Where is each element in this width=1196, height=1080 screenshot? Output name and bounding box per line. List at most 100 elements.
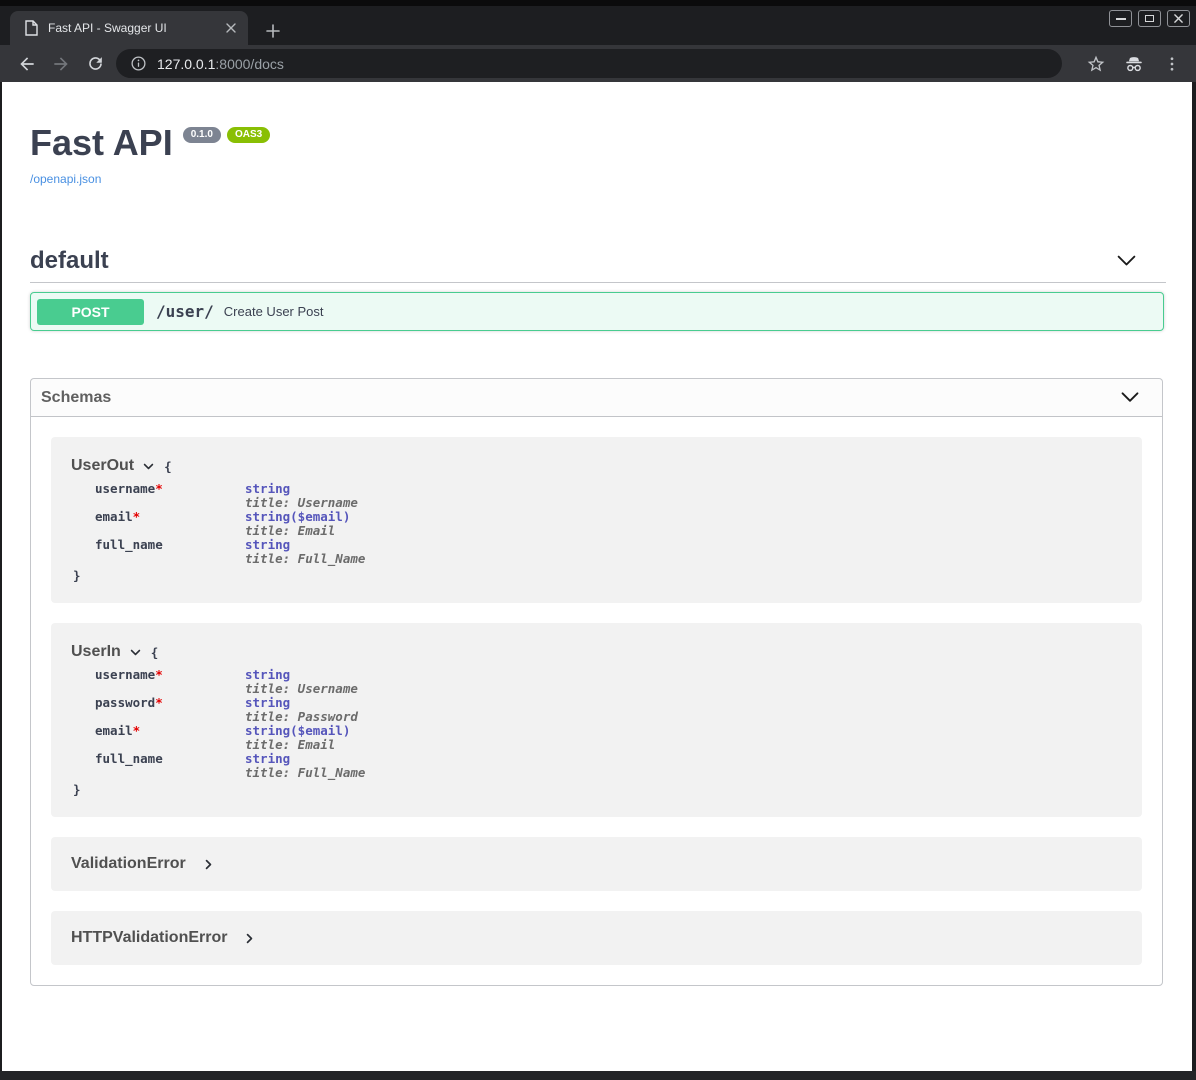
method-badge[interactable]: POST (37, 299, 144, 325)
required-star: * (155, 695, 163, 710)
menu-icon[interactable] (1158, 50, 1186, 78)
minimize-button[interactable] (1109, 10, 1132, 27)
property-info: stringtitle: Username (245, 482, 358, 510)
swagger-page: Fast API 0.1.0 OAS3 /openapi.json defaul… (0, 82, 1196, 1071)
schemas-heading: Schemas (41, 389, 111, 407)
model-validationerror: ValidationError (51, 837, 1142, 891)
model-toggle[interactable]: UserIn { (71, 643, 1122, 661)
open-brace: { (151, 645, 159, 660)
property-title: title: Username (245, 682, 358, 696)
openapi-spec-link[interactable]: /openapi.json (30, 172, 101, 186)
property-name: username* (95, 668, 245, 696)
property-title: title: Email (245, 738, 350, 752)
property-info: string($email)title: Email (245, 510, 350, 538)
chevron-down-icon[interactable] (1120, 390, 1140, 405)
chevron-right-icon[interactable] (202, 858, 215, 871)
property-type: string (245, 538, 365, 552)
property-info: stringtitle: Full_Name (245, 752, 365, 780)
property-row: full_namestringtitle: Full_Name (95, 752, 1122, 780)
url-text: 127.0.0.1:8000/docs (157, 56, 284, 72)
operation-path: /user/ (156, 302, 214, 321)
required-star: * (155, 667, 163, 682)
maximize-button[interactable] (1138, 10, 1161, 27)
operation-post-user[interactable]: POST /user/ Create User Post (30, 292, 1164, 331)
browser-toolbar: 127.0.0.1:8000/docs (0, 45, 1196, 82)
property-title: title: Email (245, 524, 350, 538)
chevron-down-icon[interactable] (142, 460, 155, 473)
minimize-icon (1116, 18, 1126, 20)
close-icon (1174, 14, 1183, 23)
tab-title: Fast API - Swagger UI (48, 21, 222, 35)
schemas-section: Schemas UserOut{username*stringtitle: Us… (30, 378, 1163, 986)
property-name: email* (95, 724, 245, 752)
operation-summary: Create User Post (224, 304, 324, 319)
reload-icon[interactable] (78, 49, 112, 79)
model-name: UserOut (71, 457, 134, 475)
new-tab-button[interactable] (261, 19, 285, 43)
property-row: username*stringtitle: Username (95, 668, 1122, 696)
model-name: UserIn (71, 643, 121, 661)
schemas-header[interactable]: Schemas (31, 379, 1162, 417)
property-name: full_name (95, 538, 245, 566)
site-info-icon[interactable] (130, 55, 147, 72)
back-icon[interactable] (10, 49, 44, 79)
required-star: * (155, 481, 163, 496)
model-toggle[interactable]: UserOut { (71, 457, 1122, 475)
property-name: password* (95, 696, 245, 724)
property-info: stringtitle: Full_Name (245, 538, 365, 566)
required-star: * (133, 509, 141, 524)
models-list: UserOut{username*stringtitle: Usernameem… (31, 417, 1162, 985)
api-badges: 0.1.0 OAS3 (183, 127, 270, 143)
property-name: username* (95, 482, 245, 510)
property-name: full_name (95, 752, 245, 780)
forward-icon[interactable] (44, 49, 78, 79)
close-brace: } (73, 782, 1122, 797)
required-star: * (133, 723, 141, 738)
close-button[interactable] (1167, 10, 1190, 27)
address-bar[interactable]: 127.0.0.1:8000/docs (116, 49, 1062, 78)
property-type: string (245, 668, 358, 682)
model-toggle[interactable]: HTTPValidationError (71, 929, 1122, 947)
property-type: string (245, 482, 358, 496)
window-controls (1109, 10, 1190, 27)
version-badge: 0.1.0 (183, 127, 221, 143)
tag-section-header[interactable]: default (30, 240, 1166, 283)
model-name: HTTPValidationError (71, 929, 227, 947)
property-title: title: Username (245, 496, 358, 510)
close-brace: } (73, 568, 1122, 583)
url-host: 127.0.0.1 (157, 56, 215, 72)
model-userin: UserIn{username*stringtitle: Usernamepas… (51, 623, 1142, 817)
tag-name: default (30, 247, 109, 275)
oas-badge: OAS3 (227, 127, 270, 143)
api-title-text: Fast API (30, 122, 173, 164)
chevron-right-icon[interactable] (243, 932, 256, 945)
property-type: string (245, 752, 365, 766)
bookmark-star-icon[interactable] (1082, 50, 1110, 78)
property-row: username*stringtitle: Username (95, 482, 1122, 510)
property-title: title: Full_Name (245, 766, 365, 780)
property-row: full_namestringtitle: Full_Name (95, 538, 1122, 566)
model-httpvalidationerror: HTTPValidationError (51, 911, 1142, 965)
url-path: :8000/docs (215, 56, 284, 72)
chevron-down-icon[interactable] (129, 646, 142, 659)
open-brace: { (164, 459, 172, 474)
incognito-icon (1120, 50, 1148, 78)
model-userout: UserOut{username*stringtitle: Usernameem… (51, 437, 1142, 603)
property-title: title: Password (245, 710, 358, 724)
maximize-icon (1145, 15, 1154, 22)
tab-close-icon[interactable] (222, 19, 240, 37)
model-toggle[interactable]: ValidationError (71, 855, 1122, 873)
window-bottom-edge (0, 1071, 1196, 1080)
property-info: stringtitle: Username (245, 668, 358, 696)
property-title: title: Full_Name (245, 552, 365, 566)
property-row: email*string($email)title: Email (95, 510, 1122, 538)
property-name: email* (95, 510, 245, 538)
property-type: string (245, 696, 358, 710)
model-name: ValidationError (71, 855, 186, 873)
page-favicon-icon (24, 20, 38, 36)
browser-window: Fast API - Swagger UI (0, 0, 1196, 1080)
api-info: Fast API 0.1.0 OAS3 /openapi.json (30, 122, 270, 188)
browser-tab[interactable]: Fast API - Swagger UI (10, 11, 248, 45)
property-type: string($email) (245, 724, 350, 738)
chevron-down-icon[interactable] (1116, 253, 1137, 269)
